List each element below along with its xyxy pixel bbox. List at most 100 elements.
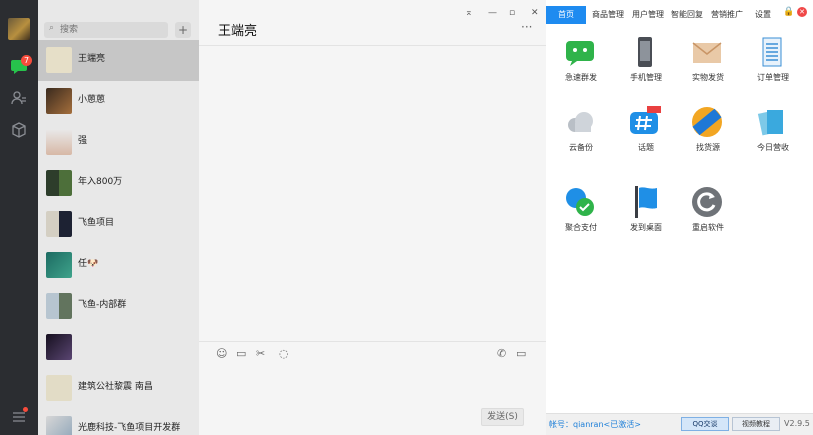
chat-avatar — [46, 416, 72, 435]
search-input[interactable] — [60, 22, 160, 38]
tile-label: 订单管理 — [757, 73, 789, 82]
contacts-icon[interactable] — [10, 89, 28, 107]
chat-avatar — [46, 252, 72, 278]
tile-label: 发到桌面 — [630, 223, 662, 232]
source-icon — [691, 106, 723, 138]
minimize-icon[interactable]: — — [488, 8, 497, 18]
conversation-name: 任🐶 — [78, 259, 99, 269]
tab-marketing[interactable]: 营销推广 — [711, 6, 743, 24]
divider — [199, 45, 546, 46]
list-item[interactable]: 飞鱼-内部群 — [38, 286, 199, 327]
search-icon: ⌕ — [49, 23, 55, 33]
tab-auto-reply[interactable]: 智能回复 — [671, 6, 703, 24]
list-item[interactable] — [38, 327, 199, 368]
phone-icon — [629, 36, 661, 68]
plugin-panel: 首页 商品管理 用户管理 智能回复 营销推广 设置 🔒 ✕ 急速群发 手机管理 — [546, 0, 813, 435]
panel-footer: 帐号：qianran<已激活> QQ交谈 视频教程 V2.9.5 — [546, 413, 813, 435]
emoji-icon[interactable]: ☺ — [216, 347, 227, 360]
pin-icon[interactable]: ⌅ — [465, 8, 473, 18]
search-box[interactable]: ⌕ — [44, 22, 168, 38]
flag-icon — [629, 186, 661, 218]
chat-title: 王端亮 — [218, 24, 258, 39]
group-send-icon — [564, 36, 596, 68]
restart-icon — [691, 186, 723, 218]
tile-pay[interactable]: 聚合支付 — [549, 186, 609, 246]
tile-label: 话题 — [638, 143, 654, 152]
cloud-icon — [564, 106, 596, 138]
list-item[interactable]: 建筑公社黎震 南昌 — [38, 368, 199, 409]
tab-products[interactable]: 商品管理 — [592, 6, 624, 24]
version-label: V2.9.5 — [784, 419, 810, 428]
tile-cloud-backup[interactable]: 云备份 — [549, 106, 609, 166]
divider — [199, 341, 546, 342]
phone-call-icon[interactable]: ✆ — [497, 347, 506, 360]
tile-label: 重启软件 — [692, 223, 724, 232]
lock-icon[interactable]: 🔒 — [783, 7, 794, 17]
chat-avatar — [46, 293, 72, 319]
topic-hash-icon — [629, 106, 661, 138]
chat-avatar — [46, 47, 72, 73]
avatar[interactable] — [8, 18, 30, 40]
tab-settings[interactable]: 设置 — [755, 6, 771, 24]
box-icon[interactable] — [10, 121, 28, 139]
tile-label: 今日营收 — [757, 143, 789, 152]
panel-tabs: 首页 商品管理 用户管理 智能回复 营销推广 设置 🔒 ✕ — [546, 6, 813, 24]
tile-desktop[interactable]: 发到桌面 — [614, 186, 674, 246]
unread-badge: 7 — [21, 55, 32, 66]
maximize-icon[interactable]: ▫ — [509, 8, 515, 18]
tab-users[interactable]: 用户管理 — [632, 6, 664, 24]
more-icon[interactable]: ··· — [521, 20, 532, 34]
list-item[interactable]: 王端亮 — [38, 40, 199, 81]
close-icon[interactable]: ✕ — [531, 8, 539, 18]
pay-icon — [564, 186, 596, 218]
tab-home[interactable]: 首页 — [546, 6, 586, 24]
tile-orders[interactable]: 订单管理 — [741, 36, 801, 96]
send-button[interactable]: 发送(S) — [481, 408, 524, 426]
account-status: 帐号：qianran<已激活> — [549, 420, 641, 429]
video-call-icon[interactable]: ▭ — [516, 347, 526, 360]
tile-label: 聚合支付 — [565, 223, 597, 232]
revenue-icon — [756, 106, 788, 138]
tile-shipping[interactable]: 实物发货 — [676, 36, 736, 96]
chat-avatar — [46, 88, 72, 114]
envelope-icon — [691, 36, 723, 68]
add-button[interactable]: + — [175, 22, 191, 38]
conversation-name: 光鹿科技-飞鱼项目开发群 — [78, 423, 181, 433]
tile-topic[interactable]: 话题 — [614, 106, 674, 166]
tile-label: 云备份 — [569, 143, 593, 152]
tile-revenue[interactable]: 今日营收 — [741, 106, 801, 166]
chat-avatar — [46, 375, 72, 401]
conversation-name: 飞鱼-内部群 — [78, 300, 127, 310]
conversation-list: ⌕ + 王端亮 小蒽蒽 强 年入800万 飞鱼项目 任🐶 — [38, 0, 199, 435]
list-item[interactable]: 飞鱼项目 — [38, 204, 199, 245]
panel-close-icon[interactable]: ✕ — [797, 7, 807, 17]
conversation-name: 建筑公社黎震 南昌 — [78, 382, 153, 392]
conversation-name: 飞鱼项目 — [78, 218, 115, 228]
list-item[interactable]: 年入800万 — [38, 163, 199, 204]
conversation-name: 王端亮 — [78, 54, 106, 64]
order-doc-icon — [756, 36, 788, 68]
chat-avatar — [46, 334, 72, 360]
qq-chat-button[interactable]: QQ交谈 — [681, 417, 729, 431]
scissors-icon[interactable]: ✂ — [256, 347, 265, 360]
chat-avatar — [46, 129, 72, 155]
list-item[interactable]: 小蒽蒽 — [38, 81, 199, 122]
tile-label: 实物发货 — [692, 73, 724, 82]
folder-icon[interactable]: ▭ — [236, 347, 246, 360]
tile-source[interactable]: 找货源 — [676, 106, 736, 166]
tile-label: 找货源 — [696, 143, 720, 152]
list-item[interactable]: 强 — [38, 122, 199, 163]
tile-restart[interactable]: 重启软件 — [676, 186, 736, 246]
tile-group-send[interactable]: 急速群发 — [549, 36, 609, 96]
conversation-name: 年入800万 — [78, 177, 123, 187]
tile-phone[interactable]: 手机管理 — [614, 36, 674, 96]
chat-bubble-icon[interactable]: ◌ — [279, 347, 289, 360]
conversation-name: 小蒽蒽 — [78, 95, 106, 105]
video-tutorial-button[interactable]: 视频教程 — [732, 417, 780, 431]
chat-avatar — [46, 170, 72, 196]
list-item[interactable]: 光鹿科技-飞鱼项目开发群 — [38, 409, 199, 435]
chat-panel: ⌅ — ▫ ✕ 王端亮 ··· ☺ ▭ ✂ ◌ ✆ ▭ 发送(S) — [199, 0, 546, 435]
chat-avatar — [46, 211, 72, 237]
list-item[interactable]: 任🐶 — [38, 245, 199, 286]
tile-label: 手机管理 — [630, 73, 662, 82]
